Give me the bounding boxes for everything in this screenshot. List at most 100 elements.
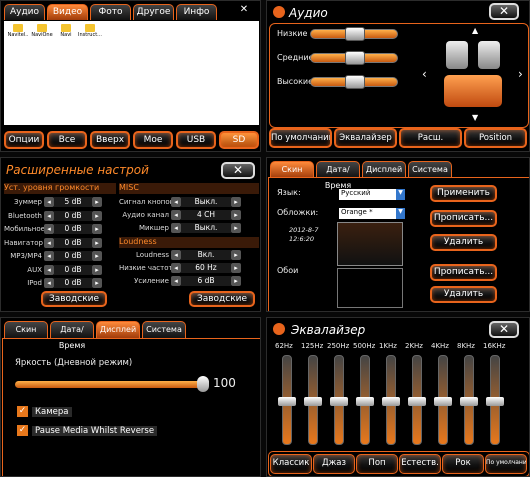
tab-1[interactable]: Дата/Время: [50, 321, 94, 350]
band-slider[interactable]: [278, 355, 296, 445]
checkbox-checked[interactable]: ✓: [17, 406, 28, 417]
close-button[interactable]: ✕: [489, 321, 519, 338]
tab-1[interactable]: Видео: [47, 4, 88, 20]
tab-0[interactable]: Скин: [4, 321, 48, 338]
skin-select[interactable]: Orange * ▼: [339, 208, 405, 219]
preset-button-3[interactable]: Естеств.: [399, 454, 441, 474]
increase-button[interactable]: ▸: [231, 276, 241, 286]
band-knob[interactable]: [304, 396, 322, 406]
band-slider[interactable]: [408, 355, 426, 445]
folder-item[interactable]: Navitel..: [6, 24, 30, 46]
decrease-button[interactable]: ◂: [44, 251, 54, 261]
audio-button-2[interactable]: Расш.: [399, 128, 462, 148]
factory-reset-button[interactable]: Заводские: [41, 291, 107, 307]
tab-2[interactable]: Дисплей: [362, 161, 406, 178]
folder-item[interactable]: Instruct...: [78, 24, 102, 46]
decrease-button[interactable]: ◂: [171, 276, 181, 286]
decrease-button[interactable]: ◂: [44, 237, 54, 248]
decrease-button[interactable]: ◂: [44, 210, 54, 221]
skin-button-3[interactable]: Прописать...: [430, 264, 497, 281]
tab-0[interactable]: Аудио: [4, 4, 45, 20]
increase-button[interactable]: ▸: [92, 251, 102, 261]
band-knob[interactable]: [408, 396, 426, 406]
decrease-button[interactable]: ◂: [44, 224, 54, 234]
decrease-button[interactable]: ◂: [171, 223, 181, 233]
skin-button-4[interactable]: Удалить: [430, 286, 497, 303]
decrease-button[interactable]: ◂: [171, 250, 181, 260]
close-button[interactable]: ✕: [233, 4, 255, 20]
checkbox-checked[interactable]: ✓: [17, 425, 28, 436]
tab-1[interactable]: Дата/Время: [316, 161, 360, 190]
skin-button-2[interactable]: Удалить: [430, 234, 497, 251]
preset-button-0[interactable]: Классик: [270, 454, 312, 474]
folder-item[interactable]: Navi: [54, 24, 78, 46]
tab-2[interactable]: Дисплей: [96, 321, 140, 338]
decrease-button[interactable]: ◂: [171, 263, 181, 273]
band-slider[interactable]: [304, 355, 322, 445]
band-slider[interactable]: [434, 355, 452, 445]
band-slider[interactable]: [330, 355, 348, 445]
decrease-button[interactable]: ◂: [44, 278, 54, 288]
arrow-down-icon[interactable]: ▼: [472, 113, 478, 122]
tab-3[interactable]: Система: [408, 161, 452, 178]
band-knob[interactable]: [460, 396, 478, 406]
slider-knob[interactable]: [345, 27, 365, 41]
preset-button-2[interactable]: Поп: [356, 454, 398, 474]
file-button-3[interactable]: Мое: [133, 131, 173, 149]
band-slider[interactable]: [460, 355, 478, 445]
close-button[interactable]: ✕: [489, 3, 519, 20]
language-select[interactable]: Русский ▼: [339, 189, 405, 200]
tone-slider[interactable]: [310, 75, 398, 89]
checkbox-row[interactable]: ✓ Камера: [17, 401, 72, 417]
file-button-2[interactable]: Вверх: [90, 131, 130, 149]
brightness-slider[interactable]: [15, 376, 209, 392]
band-slider[interactable]: [382, 355, 400, 445]
arrow-up-icon[interactable]: ▲: [472, 26, 478, 35]
audio-button-3[interactable]: Position: [464, 128, 527, 148]
tab-0[interactable]: Скин: [270, 161, 314, 178]
band-knob[interactable]: [278, 396, 296, 406]
file-button-4[interactable]: USB: [176, 131, 216, 149]
preset-button-1[interactable]: Джаз: [313, 454, 355, 474]
band-knob[interactable]: [382, 396, 400, 406]
increase-button[interactable]: ▸: [92, 224, 102, 234]
preset-button-5[interactable]: По умолчанию: [485, 454, 527, 474]
audio-button-0[interactable]: По умолчанию: [269, 128, 332, 148]
increase-button[interactable]: ▸: [92, 210, 102, 221]
increase-button[interactable]: ▸: [92, 278, 102, 288]
checkbox-row[interactable]: ✓ Pause Media Whilst Reverse: [17, 420, 158, 436]
arrow-right-icon[interactable]: ›: [518, 67, 523, 81]
tab-3[interactable]: Другое: [133, 4, 174, 20]
band-knob[interactable]: [356, 396, 374, 406]
arrow-left-icon[interactable]: ‹: [422, 67, 427, 81]
slider-knob[interactable]: [345, 51, 365, 65]
tab-3[interactable]: Система: [142, 321, 186, 338]
increase-button[interactable]: ▸: [231, 210, 241, 220]
increase-button[interactable]: ▸: [92, 197, 102, 207]
file-button-1[interactable]: Все: [47, 131, 87, 149]
decrease-button[interactable]: ◂: [171, 197, 181, 207]
audio-button-1[interactable]: Эквалайзер: [334, 128, 397, 148]
folder-item[interactable]: NaviOne: [30, 24, 54, 46]
slider-knob[interactable]: [345, 75, 365, 89]
band-knob[interactable]: [434, 396, 452, 406]
speaker-fader-widget[interactable]: ‹ › ▲ ▼: [422, 26, 527, 124]
band-knob[interactable]: [330, 396, 348, 406]
tone-slider[interactable]: [310, 51, 398, 65]
increase-button[interactable]: ▸: [231, 250, 241, 260]
decrease-button[interactable]: ◂: [171, 210, 181, 220]
band-slider[interactable]: [486, 355, 504, 445]
skin-button-1[interactable]: Прописать...: [430, 210, 497, 227]
tab-4[interactable]: Инфо: [176, 4, 217, 20]
file-button-0[interactable]: Опции: [4, 131, 44, 149]
skin-button-0[interactable]: Применить: [430, 185, 497, 202]
brightness-knob[interactable]: [197, 376, 209, 392]
file-button-5[interactable]: SD: [219, 131, 259, 149]
band-slider[interactable]: [356, 355, 374, 445]
band-knob[interactable]: [486, 396, 504, 406]
increase-button[interactable]: ▸: [231, 223, 241, 233]
increase-button[interactable]: ▸: [92, 264, 102, 275]
tab-2[interactable]: Фото: [90, 4, 131, 20]
factory-reset-button[interactable]: Заводские: [189, 291, 255, 307]
increase-button[interactable]: ▸: [92, 237, 102, 248]
